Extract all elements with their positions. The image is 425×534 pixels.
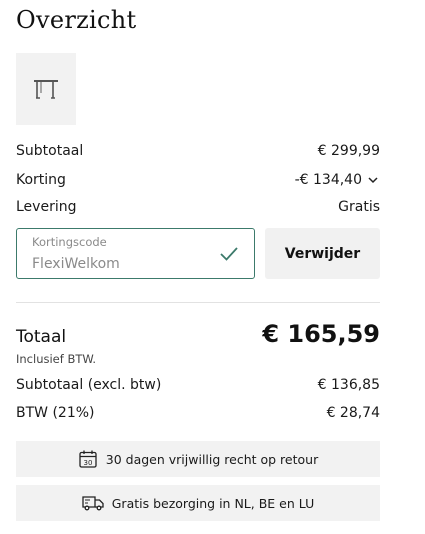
subtotal-excl-value: € 136,85 (317, 377, 380, 393)
discount-row: Korting -€ 134,40 (16, 172, 380, 188)
desk-frame-icon (34, 80, 58, 99)
vat-row: BTW (21%) € 28,74 (16, 405, 380, 421)
return-policy-box: 30 30 dagen vrijwillig recht op retour (16, 441, 380, 477)
subtotal-value: € 299,99 (317, 143, 380, 159)
subtotal-excl-label: Subtotaal (excl. btw) (16, 377, 162, 393)
free-shipping-box: Gratis bezorging in NL, BE en LU (16, 485, 380, 521)
chevron-down-icon[interactable] (366, 173, 380, 187)
delivery-truck-icon (82, 496, 104, 511)
discount-code-label: Kortingscode (32, 235, 107, 249)
vat-value: € 28,74 (326, 405, 380, 421)
vat-label: BTW (21%) (16, 405, 95, 421)
page-title: Overzicht (16, 6, 137, 34)
free-shipping-text: Gratis bezorging in NL, BE en LU (111, 495, 315, 511)
discount-code-input[interactable] (32, 256, 212, 272)
check-icon (220, 247, 238, 261)
divider (16, 302, 380, 303)
delivery-label: Levering (16, 199, 77, 215)
discount-code-field[interactable]: Kortingscode (16, 228, 255, 279)
svg-text:30: 30 (83, 459, 92, 467)
calendar-30-icon: 30 (79, 450, 97, 468)
subtotal-label: Subtotaal (16, 143, 84, 159)
total-label: Totaal (16, 327, 67, 347)
delivery-row: Levering Gratis (16, 199, 380, 215)
discount-label: Korting (16, 172, 66, 188)
total-amount: € 165,59 (262, 320, 380, 348)
delivery-value: Gratis (338, 199, 380, 215)
discount-value: -€ 134,40 (294, 172, 362, 188)
incl-vat-note: Inclusief BTW. (16, 352, 97, 366)
subtotal-excl-row: Subtotaal (excl. btw) € 136,85 (16, 377, 380, 393)
remove-code-button[interactable]: Verwijder (265, 228, 380, 279)
return-policy-text: 30 dagen vrijwillig recht op retour (105, 451, 319, 467)
subtotal-row: Subtotaal € 299,99 (16, 143, 380, 159)
product-thumbnail[interactable] (16, 53, 76, 125)
